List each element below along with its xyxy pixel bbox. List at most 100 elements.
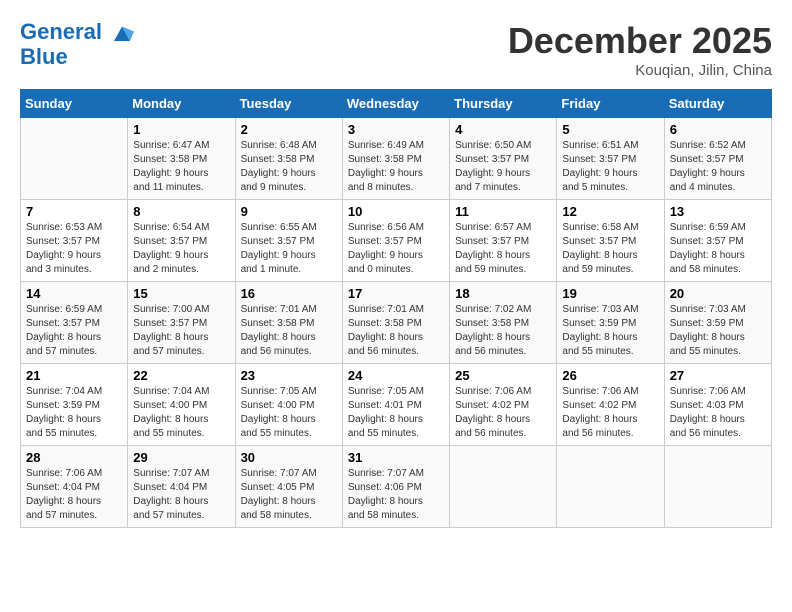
day-number: 19 (562, 286, 658, 301)
calendar-day-cell: 10 Sunrise: 6:56 AM Sunset: 3:57 PM Dayli… (342, 200, 449, 282)
day-info: Sunrise: 6:59 AM Sunset: 3:57 PM Dayligh… (26, 303, 122, 359)
day-number: 3 (348, 122, 444, 137)
calendar-week-row: 21Sunrise: 7:04 AM Sunset: 3:59 PM Dayli… (21, 364, 772, 446)
day-info: Sunrise: 6:54 AM Sunset: 3:57 PM Dayligh… (133, 221, 229, 277)
day-number: 25 (455, 368, 551, 383)
page-header: General Blue December 2025 Kouqian, Jili… (20, 20, 772, 79)
day-info: Sunrise: 7:04 AM Sunset: 3:59 PM Dayligh… (26, 385, 122, 441)
day-number: 10 (348, 204, 444, 219)
day-info: Sunrise: 6:57 AM Sunset: 3:57 PM Dayligh… (455, 221, 551, 277)
calendar-day-cell: 21Sunrise: 7:04 AM Sunset: 3:59 PM Dayli… (21, 364, 128, 446)
day-number: 28 (26, 450, 122, 465)
calendar-day-cell: 6Sunrise: 6:52 AM Sunset: 3:57 PM Daylig… (664, 118, 771, 200)
day-info: Sunrise: 7:06 AM Sunset: 4:03 PM Dayligh… (670, 385, 766, 441)
calendar-day-cell (450, 446, 557, 528)
calendar-day-cell: 28 Sunrise: 7:06 AM Sunset: 4:04 PM Dayli… (21, 446, 128, 528)
day-number: 26 (562, 368, 658, 383)
day-number: 6 (670, 122, 766, 137)
calendar-day-cell: 7Sunrise: 6:53 AM Sunset: 3:57 PM Daylig… (21, 200, 128, 282)
day-info: Sunrise: 6:56 AM Sunset: 3:57 PM Dayligh… (348, 221, 444, 277)
calendar-day-cell: 8 Sunrise: 6:54 AM Sunset: 3:57 PM Daylig… (128, 200, 235, 282)
calendar-day-cell: 25 Sunrise: 7:06 AM Sunset: 4:02 PM Dayli… (450, 364, 557, 446)
logo-icon (110, 21, 134, 45)
day-number: 14 (26, 286, 122, 301)
day-number: 11 (455, 204, 551, 219)
calendar-day-cell: 13 Sunrise: 6:59 AM Sunset: 3:57 PM Dayli… (664, 200, 771, 282)
weekday-header: Wednesday (342, 90, 449, 118)
day-number: 22 (133, 368, 229, 383)
day-number: 20 (670, 286, 766, 301)
location: Kouqian, Jilin, China (508, 62, 772, 79)
day-info: Sunrise: 7:07 AM Sunset: 4:05 PM Dayligh… (241, 467, 337, 523)
calendar-day-cell (557, 446, 664, 528)
day-info: Sunrise: 6:55 AM Sunset: 3:57 PM Dayligh… (241, 221, 337, 277)
day-info: Sunrise: 7:06 AM Sunset: 4:02 PM Dayligh… (562, 385, 658, 441)
day-info: Sunrise: 7:03 AM Sunset: 3:59 PM Dayligh… (670, 303, 766, 359)
day-info: Sunrise: 6:47 AM Sunset: 3:58 PM Dayligh… (133, 139, 229, 195)
calendar-day-cell: 16 Sunrise: 7:01 AM Sunset: 3:58 PM Dayli… (235, 282, 342, 364)
day-info: Sunrise: 7:07 AM Sunset: 4:06 PM Dayligh… (348, 467, 444, 523)
day-info: Sunrise: 6:59 AM Sunset: 3:57 PM Dayligh… (670, 221, 766, 277)
weekday-header: Tuesday (235, 90, 342, 118)
day-info: Sunrise: 7:00 AM Sunset: 3:57 PM Dayligh… (133, 303, 229, 359)
weekday-header: Saturday (664, 90, 771, 118)
day-number: 1 (133, 122, 229, 137)
calendar-day-cell: 11 Sunrise: 6:57 AM Sunset: 3:57 PM Dayli… (450, 200, 557, 282)
day-number: 13 (670, 204, 766, 219)
day-info: Sunrise: 7:05 AM Sunset: 4:00 PM Dayligh… (241, 385, 337, 441)
day-info: Sunrise: 6:50 AM Sunset: 3:57 PM Dayligh… (455, 139, 551, 195)
day-number: 8 (133, 204, 229, 219)
logo: General Blue (20, 20, 134, 69)
day-number: 7 (26, 204, 122, 219)
day-info: Sunrise: 7:01 AM Sunset: 3:58 PM Dayligh… (241, 303, 337, 359)
logo-blue-text: Blue (20, 45, 134, 69)
day-info: Sunrise: 6:49 AM Sunset: 3:58 PM Dayligh… (348, 139, 444, 195)
day-info: Sunrise: 6:51 AM Sunset: 3:57 PM Dayligh… (562, 139, 658, 195)
calendar-day-cell: 12 Sunrise: 6:58 AM Sunset: 3:57 PM Dayli… (557, 200, 664, 282)
calendar-day-cell: 3 Sunrise: 6:49 AM Sunset: 3:58 PM Daylig… (342, 118, 449, 200)
calendar-day-cell: 9 Sunrise: 6:55 AM Sunset: 3:57 PM Daylig… (235, 200, 342, 282)
calendar-day-cell: 24Sunrise: 7:05 AM Sunset: 4:01 PM Dayli… (342, 364, 449, 446)
calendar-day-cell (664, 446, 771, 528)
calendar-day-cell: 20 Sunrise: 7:03 AM Sunset: 3:59 PM Dayli… (664, 282, 771, 364)
calendar-day-cell: 17 Sunrise: 7:01 AM Sunset: 3:58 PM Dayli… (342, 282, 449, 364)
weekday-header: Friday (557, 90, 664, 118)
calendar-day-cell: 30Sunrise: 7:07 AM Sunset: 4:05 PM Dayli… (235, 446, 342, 528)
month-title: December 2025 (508, 20, 772, 62)
day-number: 17 (348, 286, 444, 301)
day-number: 4 (455, 122, 551, 137)
day-number: 27 (670, 368, 766, 383)
day-number: 31 (348, 450, 444, 465)
calendar-day-cell: 23 Sunrise: 7:05 AM Sunset: 4:00 PM Dayli… (235, 364, 342, 446)
calendar-day-cell: 14 Sunrise: 6:59 AM Sunset: 3:57 PM Dayli… (21, 282, 128, 364)
day-number: 23 (241, 368, 337, 383)
calendar-day-cell: 1 Sunrise: 6:47 AM Sunset: 3:58 PM Daylig… (128, 118, 235, 200)
calendar-day-cell: 19 Sunrise: 7:03 AM Sunset: 3:59 PM Dayli… (557, 282, 664, 364)
weekday-header: Thursday (450, 90, 557, 118)
calendar-table: SundayMondayTuesdayWednesdayThursdayFrid… (20, 89, 772, 528)
day-number: 5 (562, 122, 658, 137)
calendar-day-cell: 27 Sunrise: 7:06 AM Sunset: 4:03 PM Dayli… (664, 364, 771, 446)
calendar-day-cell: 18Sunrise: 7:02 AM Sunset: 3:58 PM Dayli… (450, 282, 557, 364)
weekday-header: Monday (128, 90, 235, 118)
day-number: 16 (241, 286, 337, 301)
calendar-day-cell (21, 118, 128, 200)
day-number: 12 (562, 204, 658, 219)
calendar-day-cell: 15Sunrise: 7:00 AM Sunset: 3:57 PM Dayli… (128, 282, 235, 364)
day-info: Sunrise: 7:05 AM Sunset: 4:01 PM Dayligh… (348, 385, 444, 441)
day-number: 29 (133, 450, 229, 465)
calendar-day-cell: 2Sunrise: 6:48 AM Sunset: 3:58 PM Daylig… (235, 118, 342, 200)
day-number: 9 (241, 204, 337, 219)
title-block: December 2025 Kouqian, Jilin, China (508, 20, 772, 79)
calendar-day-cell: 31 Sunrise: 7:07 AM Sunset: 4:06 PM Dayli… (342, 446, 449, 528)
weekday-header: Sunday (21, 90, 128, 118)
day-info: Sunrise: 6:58 AM Sunset: 3:57 PM Dayligh… (562, 221, 658, 277)
calendar-week-row: 7Sunrise: 6:53 AM Sunset: 3:57 PM Daylig… (21, 200, 772, 282)
day-info: Sunrise: 7:02 AM Sunset: 3:58 PM Dayligh… (455, 303, 551, 359)
day-info: Sunrise: 7:01 AM Sunset: 3:58 PM Dayligh… (348, 303, 444, 359)
calendar-week-row: 14 Sunrise: 6:59 AM Sunset: 3:57 PM Dayli… (21, 282, 772, 364)
day-info: Sunrise: 7:03 AM Sunset: 3:59 PM Dayligh… (562, 303, 658, 359)
calendar-week-row: 1 Sunrise: 6:47 AM Sunset: 3:58 PM Daylig… (21, 118, 772, 200)
day-info: Sunrise: 7:06 AM Sunset: 4:02 PM Dayligh… (455, 385, 551, 441)
day-info: Sunrise: 7:06 AM Sunset: 4:04 PM Dayligh… (26, 467, 122, 523)
